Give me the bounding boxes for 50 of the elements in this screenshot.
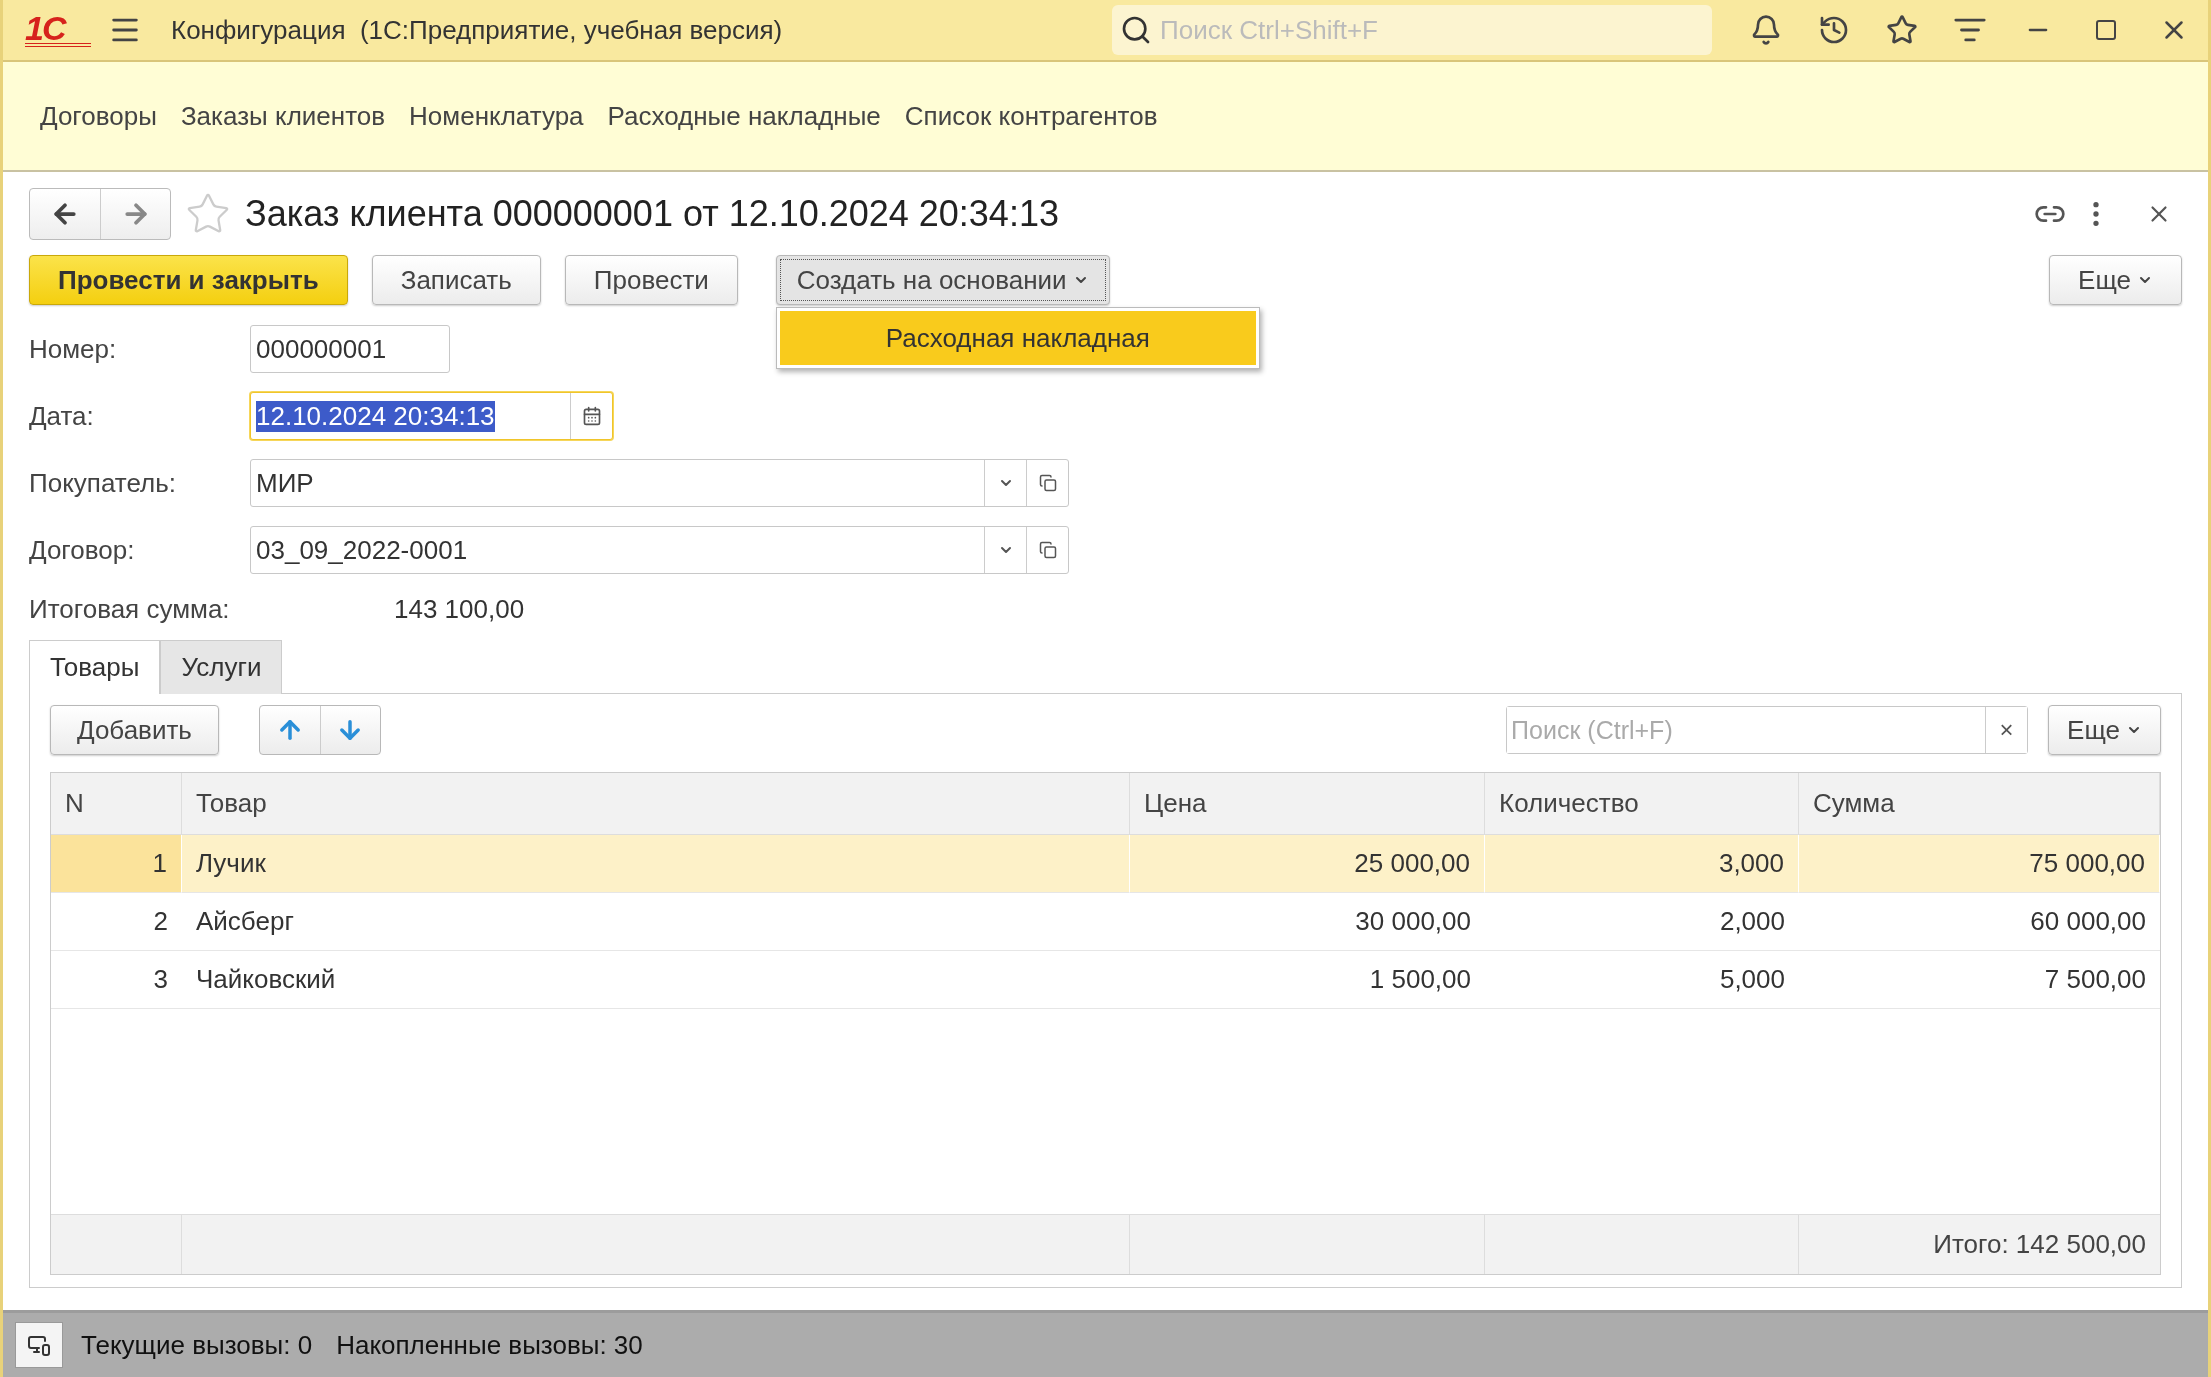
tab[interactable]: Услуги xyxy=(160,640,283,694)
nav-link[interactable]: Заказы клиентов xyxy=(180,100,386,132)
table-cell: Лучик xyxy=(182,835,1130,893)
window-title: Конфигурация (1С:Предприятие, учебная версия) xyxy=(171,14,783,46)
nav-link[interactable]: Список контрагентов xyxy=(904,100,1158,132)
nav-link[interactable]: Номенклатура xyxy=(409,100,584,132)
open-icon[interactable] xyxy=(1038,541,1057,559)
logo: 1С xyxy=(25,13,91,47)
search-field[interactable]: Поиск Ctrl+Shift+F xyxy=(1158,13,1704,47)
table-cell: 1 xyxy=(51,835,182,893)
search-icon xyxy=(1120,14,1152,46)
input-field[interactable]: 03_09_2022-0001 xyxy=(250,526,1069,574)
table-cell: 75 000,00 xyxy=(1799,835,2160,893)
nav-link[interactable]: Расходные накладные xyxy=(607,100,881,132)
footer-total: Итого: 142 500,00 xyxy=(1799,1214,2160,1274)
form-button[interactable]: Провести и закрыть xyxy=(29,255,348,305)
search-box[interactable]: Поиск (Ctrl+F) × xyxy=(1506,706,2029,754)
clear-button[interactable]: × xyxy=(1985,707,2028,753)
input-field[interactable]: 12.10.2024 20:34:13 xyxy=(250,392,613,440)
nav-link[interactable]: Договоры xyxy=(40,100,157,132)
field-label: Дата: xyxy=(29,400,95,432)
field-label: Договор: xyxy=(29,534,136,566)
column-header[interactable]: Товар xyxy=(182,773,1130,835)
status-text: Накопленные вызовы: 30 xyxy=(336,1329,643,1361)
input-field[interactable]: 000000001 xyxy=(250,325,450,373)
column-header[interactable]: N xyxy=(51,773,182,835)
table-cell: 25 000,00 xyxy=(1130,835,1485,893)
create-based-on-button[interactable]: Создать на основании xyxy=(775,255,1110,305)
more-button[interactable]: Еще xyxy=(2048,705,2161,755)
input-field[interactable]: МИР xyxy=(250,459,1069,507)
column-header[interactable]: Сумма xyxy=(1799,773,2160,835)
field-label: Номер: xyxy=(29,333,118,365)
menu-item[interactable]: Расходная накладная xyxy=(779,311,1256,365)
status-text: Текущие вызовы: 0 xyxy=(81,1329,313,1361)
form-title: Заказ клиента 000000001 от 12.10.2024 20:34:13 xyxy=(245,193,1059,235)
add-button[interactable]: Добавить xyxy=(50,705,219,755)
form-button[interactable]: Провести xyxy=(564,255,738,305)
search-box[interactable]: Поиск Ctrl+Shift+F xyxy=(1112,5,1712,55)
table-cell: 3,000 xyxy=(1485,835,1799,893)
column-header[interactable]: Количество xyxy=(1485,773,1799,835)
column-header[interactable]: Цена xyxy=(1130,773,1485,835)
tab[interactable]: Товары xyxy=(29,640,161,694)
total-value: 143 100,00 xyxy=(394,594,525,625)
calendar-icon[interactable] xyxy=(581,406,602,426)
field-label: Покупатель: xyxy=(29,467,177,499)
more-button[interactable]: Еще xyxy=(2049,255,2182,305)
open-icon[interactable] xyxy=(1038,474,1057,492)
field-label: Итоговая сумма: xyxy=(29,594,231,625)
form-button[interactable]: Записать xyxy=(371,255,541,305)
windows-icon[interactable] xyxy=(15,1322,63,1368)
